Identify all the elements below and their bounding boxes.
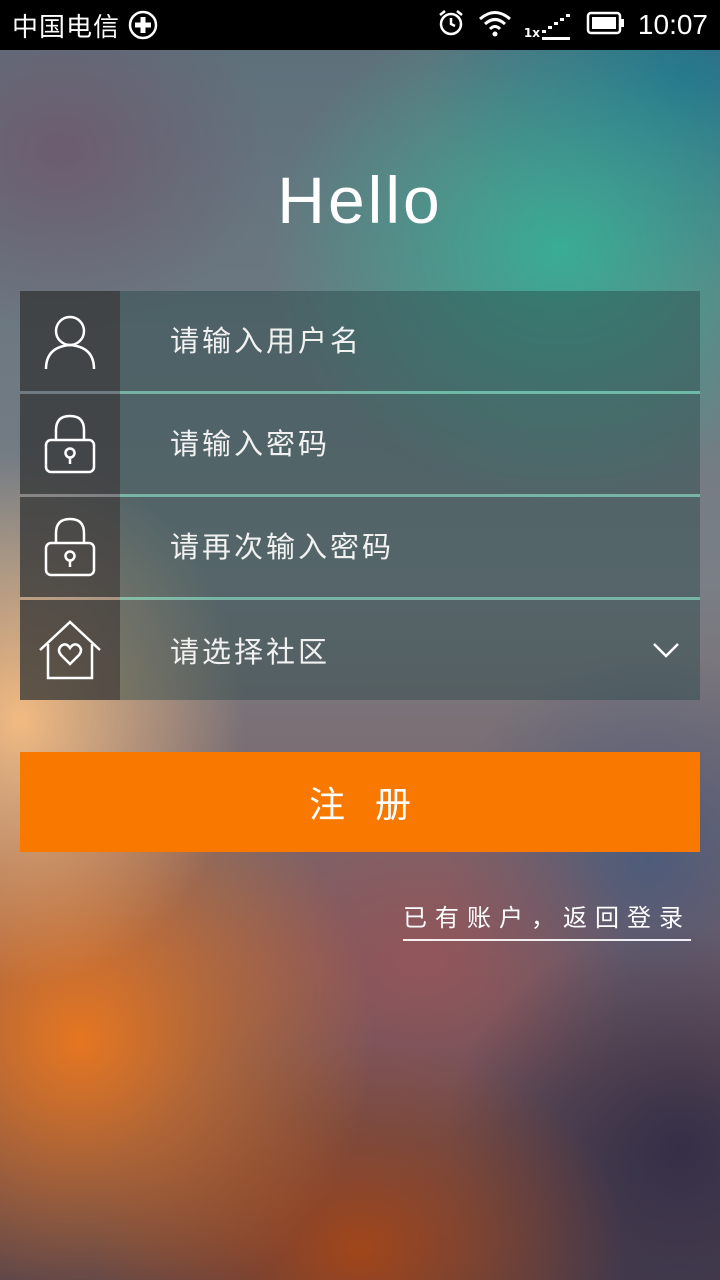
plus-badge-icon (128, 10, 158, 40)
network-type-label: 1x (523, 26, 541, 40)
wifi-icon (478, 9, 512, 41)
lock-icon (20, 497, 120, 597)
chevron-down-icon (652, 638, 680, 662)
status-bar: 中国电信 1x 10:07 (0, 0, 720, 50)
carrier-label: 中国电信 (12, 12, 121, 43)
username-row (20, 290, 700, 394)
register-button[interactable]: 注册 (20, 752, 700, 852)
register-form: 请选择社区 (20, 290, 700, 700)
password-confirm-input[interactable] (120, 496, 700, 598)
back-to-login-link[interactable]: 已有账户，返回登录 (403, 898, 691, 941)
password-confirm-row (20, 496, 700, 600)
community-select-label: 请选择社区 (170, 635, 331, 669)
clock: 10:07 (637, 9, 708, 40)
status-icons: 1x 10:07 (436, 8, 708, 42)
username-input[interactable] (120, 290, 700, 392)
signal-icon: 1x (524, 10, 574, 40)
password-input[interactable] (120, 393, 700, 495)
community-select[interactable]: 请选择社区 (20, 600, 700, 700)
battery-icon (586, 10, 626, 40)
alarm-icon (436, 8, 466, 42)
register-screen: 中国电信 1x 10:07 Hello 请输入用户名 请选择社区 注册 已有账户… (0, 0, 720, 1280)
lock-icon (20, 394, 120, 494)
page-title: Hello (277, 163, 443, 237)
user-icon (20, 291, 120, 391)
password-row (20, 393, 700, 497)
home-heart-icon (20, 600, 120, 700)
